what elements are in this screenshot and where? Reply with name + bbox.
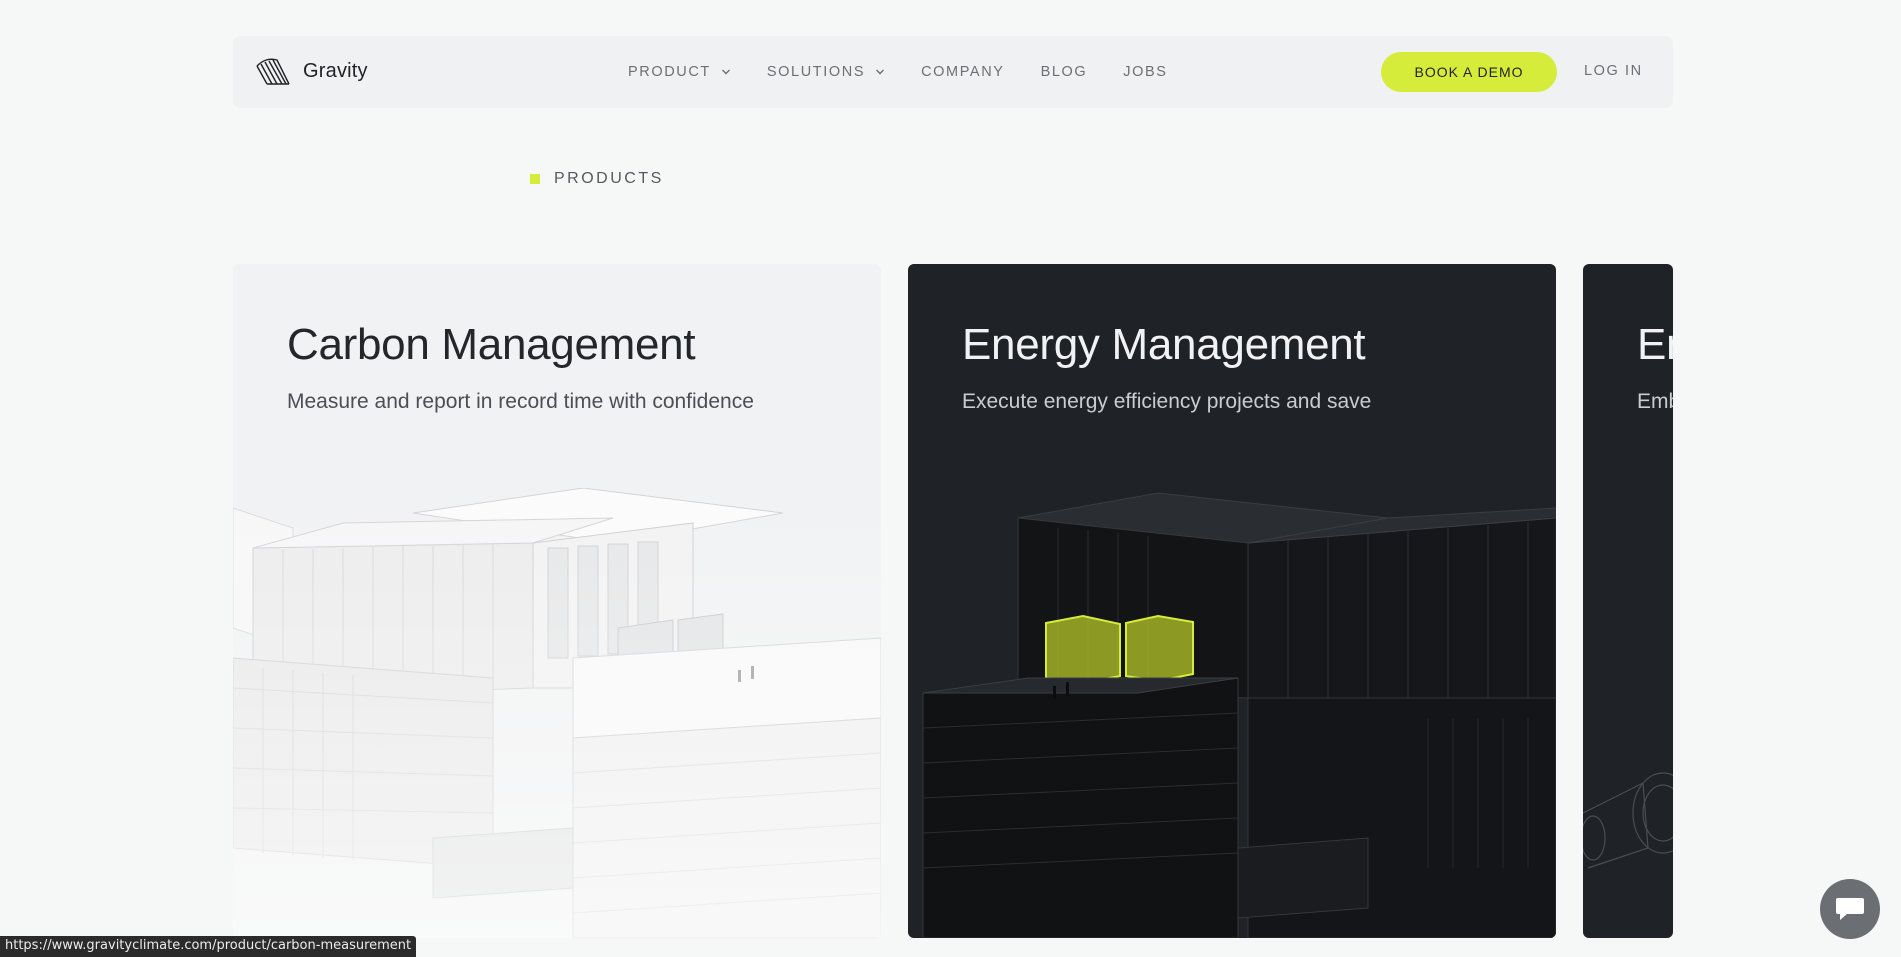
chevron-down-icon [876,69,885,75]
product-card-partial[interactable]: En Emb [1583,264,1673,938]
chevron-down-icon [721,69,730,75]
nav-item-product[interactable]: PRODUCT [628,64,731,80]
product-card-energy-management[interactable]: Energy Management Execute energy efficie… [908,264,1556,938]
product-card-carbon-management[interactable]: Carbon Management Measure and report in … [233,264,881,938]
nav-item-label: BLOG [1040,64,1088,80]
nav-item-solutions[interactable]: SOLUTIONS [767,64,885,80]
card-subtitle: Emb [1637,390,1673,413]
building-illustration [233,488,881,938]
card-title: Energy Management [962,320,1366,369]
nav-item-label: PRODUCT [628,64,711,80]
machine-illustration [1583,772,1673,869]
nav-item-label: SOLUTIONS [766,64,866,80]
card-subtitle: Measure and report in record time with c… [287,390,754,413]
chat-bubble-icon [1836,898,1864,920]
brand-name: Gravity [303,59,368,82]
nav-item-blog[interactable]: BLOG [1041,64,1088,80]
card-title: En [1637,320,1673,369]
card-title: Carbon Management [287,320,696,369]
top-navigation: Gravity PRODUCT SOLUTIONS COMPANY BLOG J… [233,36,1673,108]
building-illustration [922,492,1556,938]
nav-item-company[interactable]: COMPANY [921,64,1004,80]
login-link[interactable]: LOG IN [1584,63,1643,79]
section-label: PRODUCTS [530,170,664,188]
gravity-logo-icon [256,58,290,85]
book-demo-button[interactable]: BOOK A DEMO [1381,52,1557,92]
link-status-bar: https://www.gravityclimate.com/product/c… [0,936,417,957]
section-label-text: PRODUCTS [554,170,664,187]
main-menu: PRODUCT SOLUTIONS COMPANY BLOG JOBS [628,36,1204,108]
nav-item-label: JOBS [1123,64,1168,80]
chat-widget-button[interactable] [1820,879,1880,939]
card-subtitle: Execute energy efficiency projects and s… [962,390,1372,413]
accent-square-icon [530,174,540,184]
nav-item-jobs[interactable]: JOBS [1123,64,1167,80]
brand-logo-link[interactable]: Gravity [255,54,368,88]
nav-item-label: COMPANY [921,64,1005,80]
